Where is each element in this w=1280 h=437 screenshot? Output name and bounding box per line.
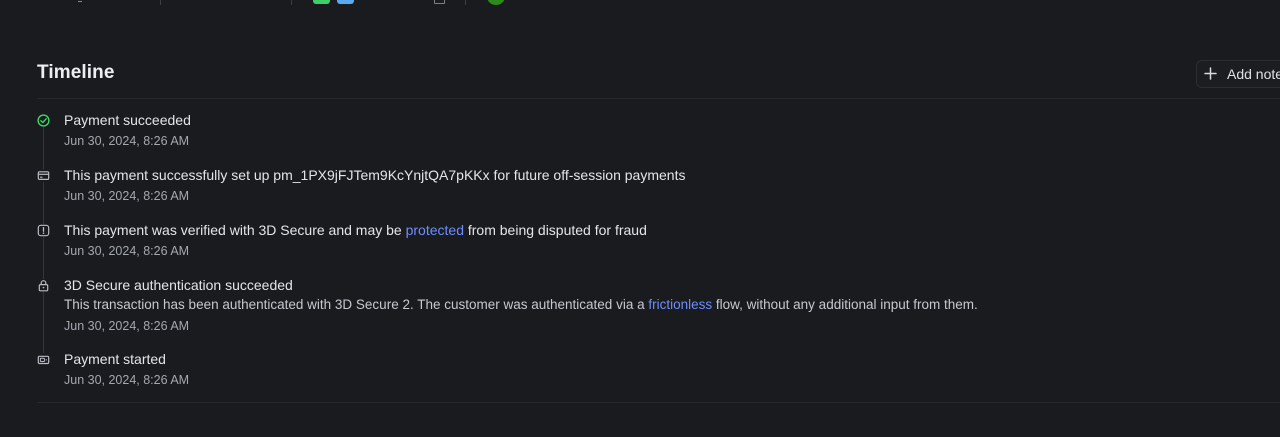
card-icon bbox=[37, 169, 50, 182]
payment-started-icon bbox=[37, 353, 50, 366]
event-text-part: from being disputed for fraud bbox=[463, 222, 647, 238]
timeline-title: Timeline bbox=[37, 62, 115, 83]
event-desc-part: flow, without any additional input from … bbox=[712, 297, 978, 312]
protected-link[interactable]: protected bbox=[406, 222, 464, 238]
section-divider bbox=[37, 402, 1280, 403]
check-circle-icon bbox=[37, 114, 50, 127]
payment-method-brand-icon bbox=[337, 0, 354, 4]
document-icon[interactable] bbox=[434, 0, 445, 4]
plus-icon bbox=[1204, 67, 1217, 80]
summary-divider bbox=[160, 0, 161, 5]
timeline-header: Timeline Add note bbox=[37, 58, 1280, 99]
event-description: This transaction has been authenticated … bbox=[64, 297, 978, 313]
info-icon bbox=[37, 224, 50, 237]
event-text: 3D Secure authentication succeeded bbox=[64, 277, 293, 293]
event-timestamp: Jun 30, 2024, 8:26 AM bbox=[64, 244, 190, 258]
frictionless-link[interactable]: frictionless bbox=[648, 297, 712, 312]
lock-icon bbox=[37, 279, 50, 292]
event-text: Payment succeeded bbox=[64, 112, 191, 128]
clipped-summary-strip bbox=[0, 0, 1280, 6]
payment-method-brand-icon bbox=[313, 0, 330, 4]
summary-divider bbox=[465, 0, 466, 5]
event-timestamp: Jun 30, 2024, 8:26 AM bbox=[64, 373, 190, 387]
event-text: This payment was verified with 3D Secure… bbox=[64, 222, 647, 238]
timeline-rail bbox=[43, 127, 44, 363]
event-timestamp: Jun 30, 2024, 8:26 AM bbox=[64, 189, 190, 203]
event-text: This payment successfully set up pm_1PX9… bbox=[64, 167, 686, 183]
clipped-glyph bbox=[78, 0, 82, 2]
event-timestamp: Jun 30, 2024, 8:26 AM bbox=[64, 319, 190, 333]
event-text-part: This payment was verified with 3D Secure… bbox=[64, 222, 406, 238]
summary-divider bbox=[291, 0, 292, 5]
add-note-button[interactable]: Add note bbox=[1196, 60, 1280, 88]
add-note-label: Add note bbox=[1227, 66, 1280, 82]
payment-detail-page: Timeline Add note Payment succeeded Jun … bbox=[0, 0, 1280, 437]
event-text: Payment started bbox=[64, 351, 166, 367]
risk-indicator-icon bbox=[487, 0, 505, 5]
event-timestamp: Jun 30, 2024, 8:26 AM bbox=[64, 134, 190, 148]
event-desc-part: This transaction has been authenticated … bbox=[64, 297, 649, 312]
